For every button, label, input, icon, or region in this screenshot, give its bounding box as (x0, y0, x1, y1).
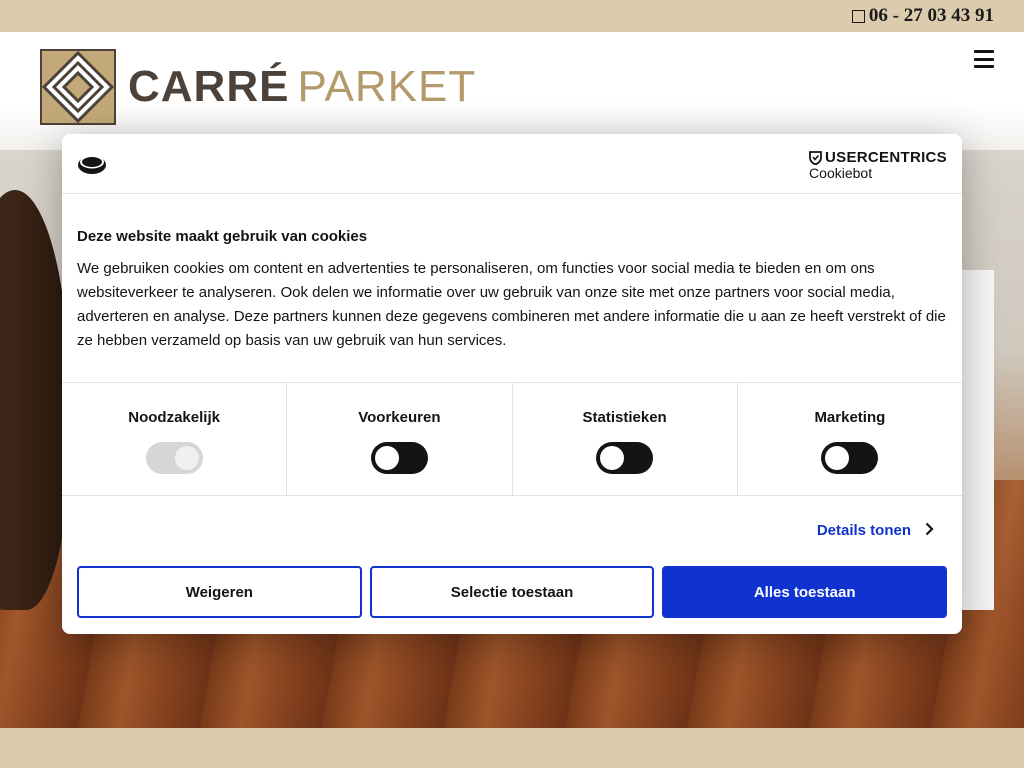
necessary-switch (145, 442, 203, 474)
marketing-switch[interactable] (821, 442, 879, 474)
preferences-switch[interactable] (370, 442, 428, 474)
toggle-necessary: Noodzakelijk (62, 383, 288, 495)
toggle-label: Noodzakelijk (128, 409, 220, 426)
brand-sub: Cookiebot (809, 165, 873, 181)
usercentrics-brand[interactable]: USERCENTRICS Cookiebot (809, 149, 947, 181)
toggle-label: Statistieken (582, 409, 667, 426)
toggle-label: Voorkeuren (358, 409, 441, 426)
phone-icon (851, 9, 865, 23)
allow-all-button[interactable]: Alles toestaan (662, 566, 948, 618)
details-link[interactable]: Details tonen (817, 522, 934, 539)
dialog-header: USERCENTRICS Cookiebot (62, 134, 962, 194)
logo-word-parket: PARKET (297, 62, 477, 111)
cookie-logo-icon (78, 155, 106, 174)
consent-toggles: Noodzakelijk Voorkeuren Statistieken Mar… (62, 383, 962, 496)
brand-name: USERCENTRICS (825, 149, 947, 166)
statistics-switch[interactable] (596, 442, 654, 474)
chevron-right-icon (925, 522, 934, 539)
dialog-text: We gebruiken cookies om content en adver… (77, 260, 946, 349)
details-row: Details tonen (62, 496, 962, 566)
dialog-buttons: Weigeren Selectie toestaan Alles toestaa… (77, 566, 948, 618)
phone-link[interactable]: 06 - 27 03 43 91 (851, 5, 994, 27)
cookie-consent-dialog: USERCENTRICS Cookiebot Deze website maak… (62, 134, 962, 634)
decline-button[interactable]: Weigeren (77, 566, 362, 618)
toggle-label: Marketing (814, 409, 886, 426)
toggle-marketing: Marketing (738, 383, 962, 495)
logo[interactable]: CARRÉ PARKET (40, 49, 476, 125)
phone-number: 06 - 27 03 43 91 (868, 5, 994, 26)
allow-selection-button[interactable]: Selectie toestaan (369, 566, 655, 618)
dialog-body: Deze website maakt gebruik van cookies W… (62, 194, 962, 383)
dialog-title: Deze website maakt gebruik van cookies (77, 228, 368, 245)
site-header: CARRÉ PARKET (0, 32, 1024, 150)
bottom-band (0, 728, 1024, 768)
toggle-preferences: Voorkeuren (287, 383, 513, 495)
hero-vase (0, 190, 70, 610)
logo-text: CARRÉ PARKET (128, 65, 476, 109)
logo-diamond-icon (40, 49, 116, 125)
toggle-statistics: Statistieken (513, 383, 738, 495)
menu-hamburger-icon[interactable] (974, 50, 994, 68)
top-bar: 06 - 27 03 43 91 (0, 0, 1024, 32)
logo-word-carre: CARRÉ (128, 62, 290, 111)
details-label: Details tonen (816, 522, 911, 539)
shield-icon (809, 150, 822, 165)
